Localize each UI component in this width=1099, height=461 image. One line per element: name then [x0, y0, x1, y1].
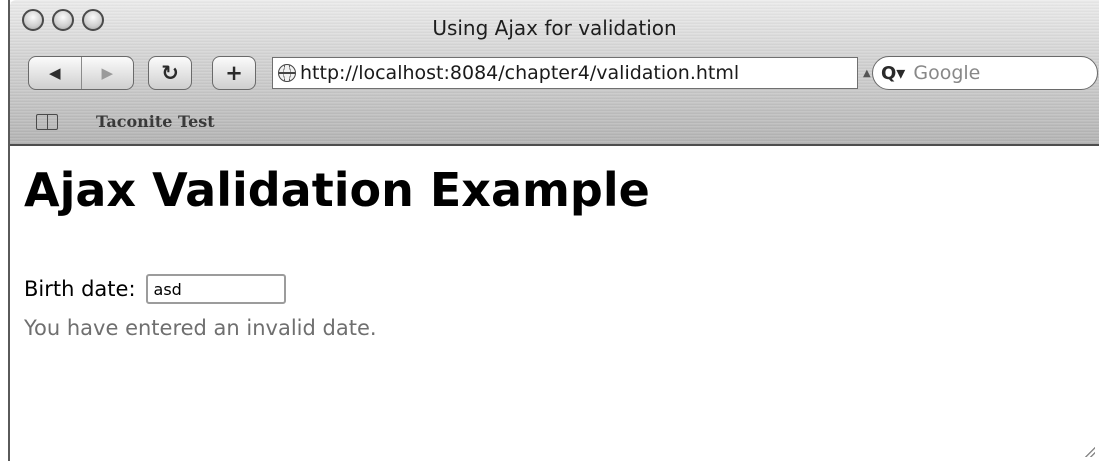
browser-window: Using Ajax for validation ◀ ▶ ↻ + http:/…	[8, 0, 1099, 461]
address-bar[interactable]: http://localhost:8084/chapter4/validatio…	[272, 57, 858, 89]
search-field[interactable]: Q▾	[872, 56, 1098, 90]
reload-icon: ↻	[161, 61, 179, 85]
globe-icon	[278, 64, 296, 82]
magnifier-icon[interactable]: Q▾	[881, 63, 905, 84]
back-forward-control: ◀ ▶	[28, 56, 134, 90]
forward-button[interactable]: ▶	[80, 57, 134, 89]
book-icon[interactable]	[36, 113, 58, 130]
reload-button[interactable]: ↻	[148, 56, 192, 90]
back-button[interactable]: ◀	[29, 57, 81, 89]
birth-date-label: Birth date:	[24, 277, 136, 301]
validation-error-message: You have entered an invalid date.	[24, 316, 377, 340]
bookmarks-bar: Taconite Test	[36, 112, 215, 131]
birth-date-input[interactable]	[145, 274, 286, 304]
search-input[interactable]	[911, 61, 1066, 85]
address-bar-dropdown-icon[interactable]: ▲	[863, 68, 871, 79]
window-title: Using Ajax for validation	[432, 16, 677, 40]
page-title: Ajax Validation Example	[24, 163, 650, 217]
resize-grip-icon[interactable]	[1085, 447, 1095, 457]
birth-date-row: Birth date:	[24, 274, 286, 304]
plus-icon: +	[225, 61, 243, 85]
browser-chrome: Using Ajax for validation ◀ ▶ ↻ + http:/…	[10, 0, 1099, 146]
back-arrow-icon: ◀	[48, 64, 61, 82]
forward-arrow-icon: ▶	[101, 64, 114, 82]
address-url[interactable]: http://localhost:8084/chapter4/validatio…	[300, 62, 739, 84]
bookmark-taconite-test[interactable]: Taconite Test	[96, 112, 215, 131]
add-bookmark-button[interactable]: +	[212, 56, 256, 90]
page-content: Ajax Validation Example Birth date: You …	[10, 150, 1099, 461]
